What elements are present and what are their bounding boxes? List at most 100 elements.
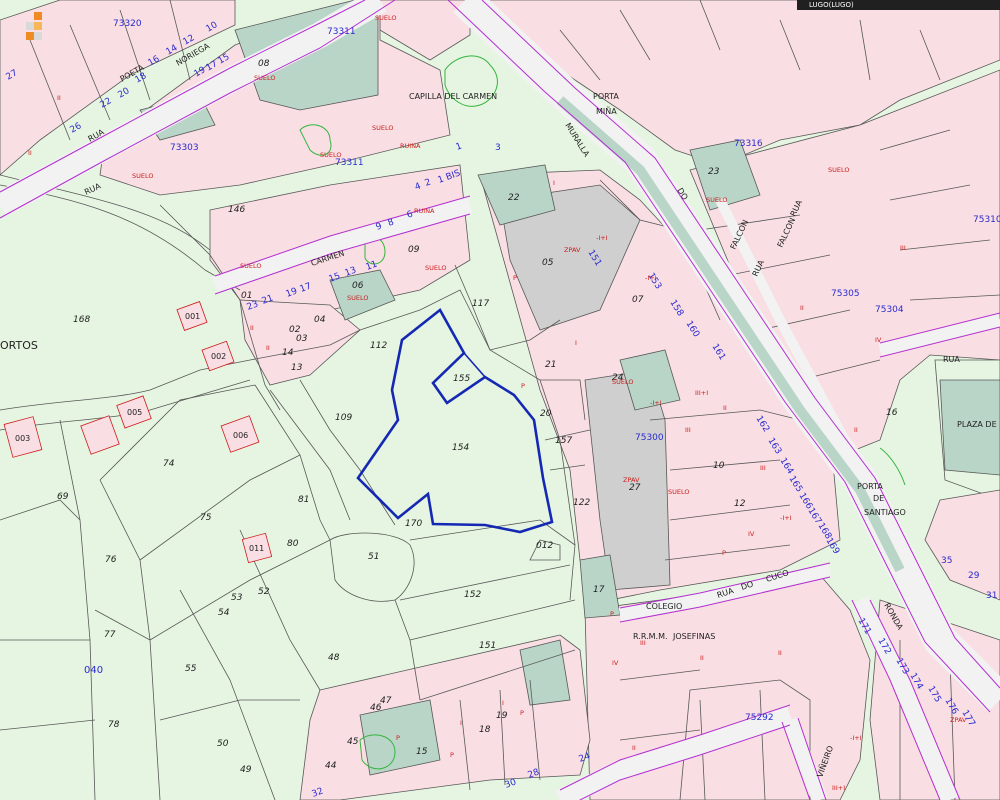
street-plaza: PLAZA DE bbox=[957, 420, 997, 429]
parcel-10: 10 bbox=[713, 461, 725, 471]
block-75292: 75292 bbox=[745, 713, 774, 723]
parcel-76: 76 bbox=[105, 555, 117, 565]
map-shape bbox=[34, 12, 42, 20]
street-ortos: ORTOS bbox=[0, 339, 38, 352]
map-header-bar: LUGO(LUGO) bbox=[797, 0, 1000, 10]
parcel-011: 011 bbox=[249, 544, 264, 553]
parcel-51: 51 bbox=[368, 552, 379, 562]
map-label: II bbox=[723, 404, 727, 412]
region-label: LUGO(LUGO) bbox=[809, 1, 854, 9]
parcel-81: 81 bbox=[298, 495, 309, 505]
parcel-15: 15 bbox=[416, 747, 428, 757]
map-canvas[interactable]: 154 146 168 112 117 109 155 157 122 170 … bbox=[0, 0, 1000, 800]
parcel-005: 005 bbox=[127, 408, 142, 417]
map-label: -I+I bbox=[650, 399, 662, 407]
parcel-45: 45 bbox=[347, 737, 359, 747]
parcel-77: 77 bbox=[104, 630, 116, 640]
map-label: 31 bbox=[986, 591, 997, 601]
map-label: II bbox=[57, 94, 61, 102]
map-label: SUELO bbox=[612, 378, 634, 386]
parcel-07: 07 bbox=[632, 295, 644, 305]
parcel-151: 151 bbox=[479, 641, 496, 651]
map-label: III bbox=[760, 464, 766, 472]
block-75300: 75300 bbox=[635, 433, 664, 443]
map-label: II bbox=[632, 744, 636, 752]
map-shape bbox=[34, 32, 42, 40]
parcel-152: 152 bbox=[464, 590, 481, 600]
map-label: III+I bbox=[832, 784, 845, 792]
map-label: 35 bbox=[941, 556, 952, 566]
map-label: II bbox=[700, 654, 704, 662]
parcel-12: 12 bbox=[734, 499, 746, 509]
parcel-16: 16 bbox=[886, 408, 898, 418]
parcel-003: 003 bbox=[15, 434, 30, 443]
map-label: -I+I bbox=[596, 234, 608, 242]
parcel-44: 44 bbox=[325, 761, 337, 771]
block-73311: 73311 bbox=[327, 27, 356, 37]
map-shape bbox=[26, 22, 34, 30]
map-label: P bbox=[520, 709, 524, 717]
colegio-josefinas: JOSEFINAS bbox=[672, 632, 715, 641]
map-label: II bbox=[28, 149, 32, 157]
parcel-112: 112 bbox=[370, 341, 387, 351]
map-label: I bbox=[553, 179, 555, 187]
parcel-23: 23 bbox=[708, 167, 720, 177]
parcel-55: 55 bbox=[185, 664, 197, 674]
colegio-rrmm: R.R.M.M. bbox=[633, 632, 668, 641]
parcel-19: 19 bbox=[496, 711, 508, 721]
map-label: RUINA bbox=[400, 142, 421, 150]
parcel-50: 50 bbox=[217, 739, 229, 749]
map-label: II bbox=[266, 344, 270, 352]
map-label: IV bbox=[875, 336, 882, 344]
parcel-117: 117 bbox=[472, 299, 489, 309]
parcel-03: 03 bbox=[296, 334, 308, 344]
parcel-04: 04 bbox=[314, 315, 326, 325]
map-shape bbox=[34, 22, 42, 30]
map-label: 3 bbox=[495, 143, 501, 153]
parcel-06: 06 bbox=[352, 281, 364, 291]
map-label: SUELO bbox=[347, 294, 369, 302]
parcel-006: 006 bbox=[233, 431, 248, 440]
parcel-46: 46 bbox=[370, 703, 382, 713]
block-75304: 75304 bbox=[875, 305, 904, 315]
block-73316: 73316 bbox=[734, 139, 763, 149]
parcel-75: 75 bbox=[200, 513, 212, 523]
map-label: SUELO bbox=[706, 196, 728, 204]
map-label: ZPAV bbox=[950, 716, 967, 724]
parcel-122: 122 bbox=[573, 498, 590, 508]
block-75305: 75305 bbox=[831, 289, 860, 299]
map-label: SUELO bbox=[372, 124, 394, 132]
map-label: P bbox=[396, 734, 400, 742]
cadastral-map[interactable]: 154 146 168 112 117 109 155 157 122 170 … bbox=[0, 0, 1000, 800]
parcel-49: 49 bbox=[240, 765, 252, 775]
map-label: -I+I bbox=[850, 734, 862, 742]
app-logo-icon bbox=[26, 12, 42, 40]
parcel-80: 80 bbox=[287, 539, 299, 549]
block-75310: 75310 bbox=[973, 215, 1000, 225]
street-santiago: SANTIAGO bbox=[864, 508, 906, 517]
map-label: II bbox=[854, 426, 858, 434]
map-label: P bbox=[610, 610, 614, 618]
map-label: III bbox=[640, 639, 646, 647]
parcel-22: 22 bbox=[508, 193, 520, 203]
map-label: III bbox=[685, 426, 691, 434]
parcel-53: 53 bbox=[231, 593, 243, 603]
parcel-13: 13 bbox=[291, 363, 303, 373]
block-73303: 73303 bbox=[170, 143, 199, 153]
street-de: DE bbox=[873, 494, 884, 503]
parcel-69: 69 bbox=[57, 492, 69, 502]
parcel-74: 74 bbox=[163, 459, 175, 469]
map-label: -I+I bbox=[780, 514, 792, 522]
map-label: -I+I bbox=[645, 274, 657, 282]
parcel-14: 14 bbox=[282, 348, 294, 358]
map-label: III+I bbox=[695, 389, 708, 397]
parcel-012: 012 bbox=[536, 541, 553, 551]
parcel-168: 168 bbox=[73, 315, 90, 325]
colegio-label: COLEGIO bbox=[646, 602, 682, 611]
map-label: SUELO bbox=[132, 172, 154, 180]
map-label: IV bbox=[748, 530, 755, 538]
map-label: SUELO bbox=[375, 14, 397, 22]
map-label: I bbox=[575, 339, 577, 347]
map-label: SUELO bbox=[240, 262, 262, 270]
parcel-09: 09 bbox=[408, 245, 420, 255]
